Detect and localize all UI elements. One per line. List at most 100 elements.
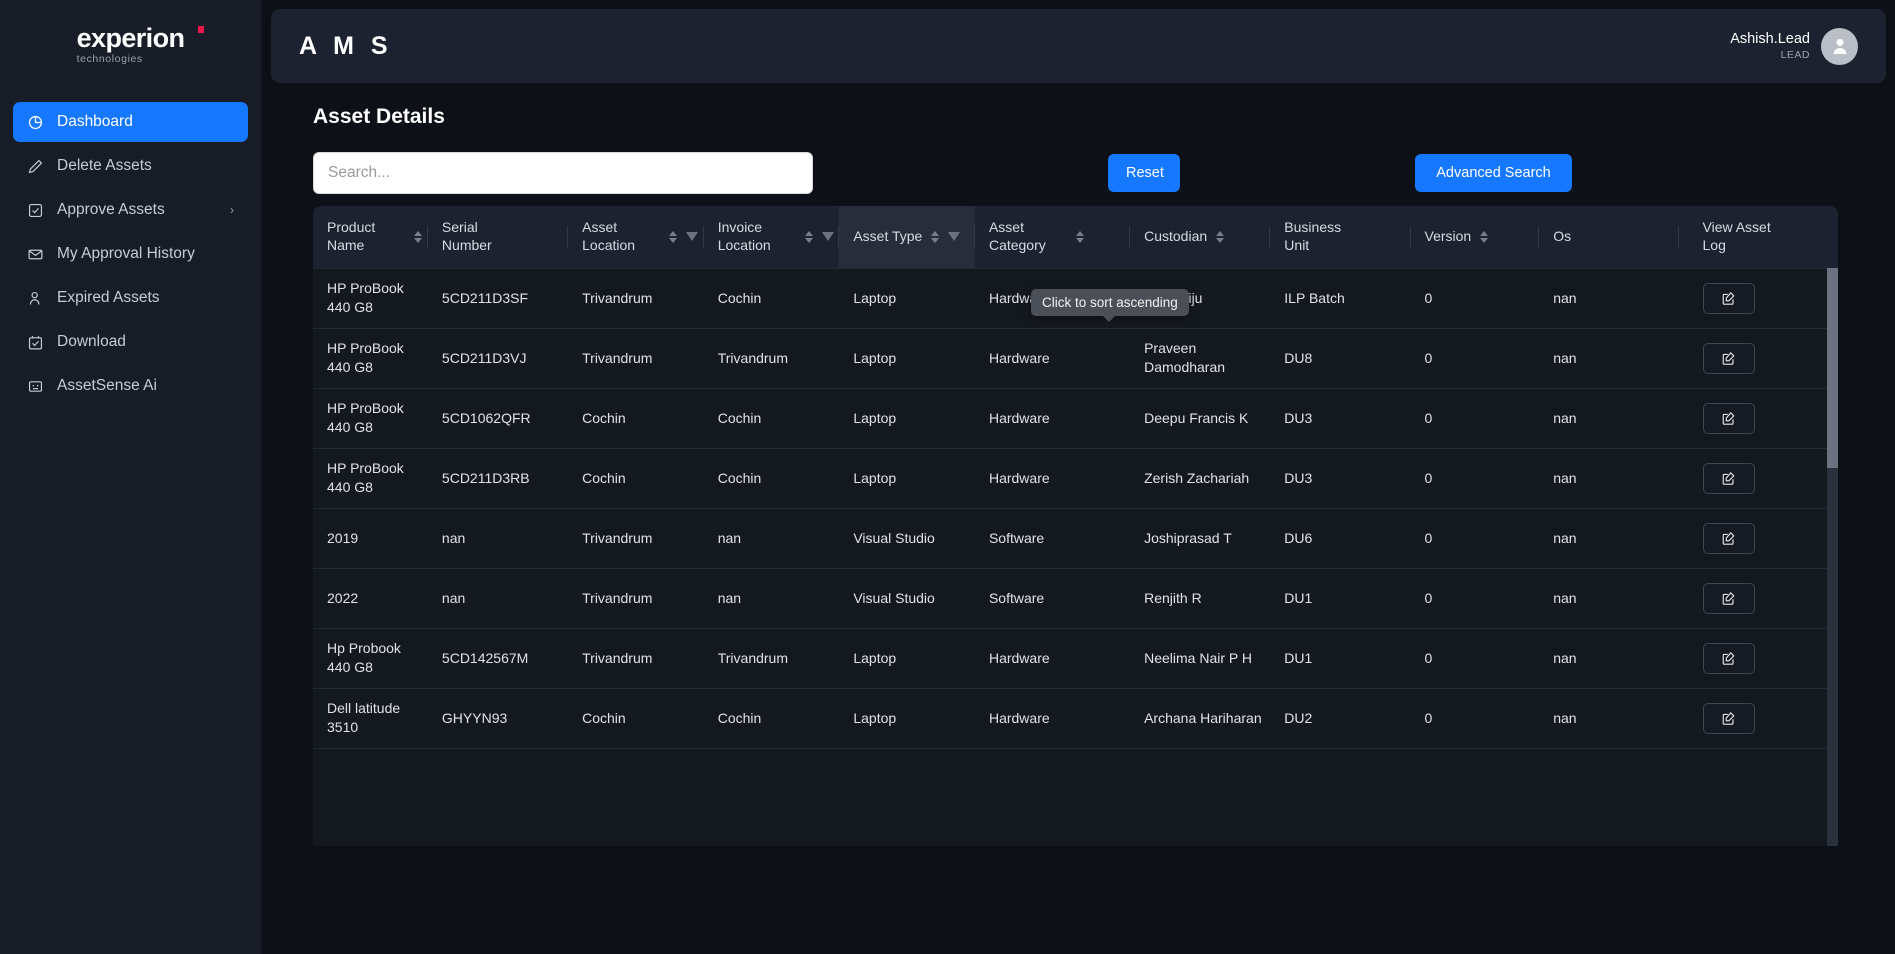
advanced-search-button[interactable]: Advanced Search — [1415, 154, 1572, 192]
table-head: Product Name Serial Number Asset Location I… — [313, 206, 1838, 269]
cell-custodian: Deepu Francis K — [1130, 388, 1271, 449]
sidebar-item-label: AssetSense Ai — [57, 377, 157, 394]
cell-custodian: Praveen Damodharan — [1130, 328, 1271, 389]
view-asset-log-button[interactable] — [1702, 282, 1755, 314]
edit-square-icon — [1722, 351, 1735, 365]
sidebar-item-download[interactable]: Download — [13, 322, 248, 362]
table-header-custodian[interactable]: Custodian — [1130, 206, 1271, 269]
cell-business_unit: DU1 — [1270, 568, 1411, 629]
cell-os: nan — [1539, 688, 1680, 749]
cell-product_name: HP ProBook 440 G8 — [313, 388, 428, 449]
cell-custodian: Renjith R — [1130, 568, 1271, 629]
cell-view-asset-log — [1688, 268, 1838, 329]
cell-version: 0 — [1410, 448, 1540, 509]
sort-icon[interactable] — [931, 230, 940, 243]
table-header-label: Asset Location — [582, 219, 636, 253]
cell-asset_type: Laptop — [839, 388, 975, 449]
cell-business_unit: DU6 — [1270, 508, 1411, 569]
cell-os: nan — [1539, 628, 1680, 689]
avatar[interactable] — [1821, 27, 1858, 65]
view-asset-log-button[interactable] — [1702, 522, 1755, 554]
table-vertical-scrollbar[interactable] — [1827, 268, 1838, 846]
cell-business_unit: DU8 — [1270, 328, 1411, 389]
sidebar-item-my-approval-history[interactable]: My Approval History — [13, 234, 248, 274]
filter-icon[interactable] — [686, 232, 699, 242]
table-header-view-asset-log: View Asset Log — [1688, 206, 1838, 269]
cell-asset_category: Hardware — [974, 328, 1131, 389]
sidebar-nav: Dashboard Delete Assets Approve Assets › — [0, 102, 261, 406]
toolbar: Reset Advanced Search Export — [313, 152, 1862, 194]
cell-view-asset-log — [1688, 448, 1838, 509]
table-row: HP ProBook 440 G8 5CD211D3VJ Trivandrum Tri… — [313, 328, 1838, 389]
sort-icon[interactable] — [669, 230, 678, 243]
view-asset-log-button[interactable] — [1702, 582, 1755, 614]
sidebar-item-delete-assets[interactable]: Delete Assets — [13, 146, 248, 186]
cell-view-asset-log — [1688, 388, 1838, 449]
sort-icon[interactable] — [804, 230, 813, 243]
brand-logo: experion technologies — [0, 0, 261, 90]
pencil-icon — [27, 158, 44, 175]
cell-serial_number: 5CD211D3RB — [427, 448, 569, 509]
view-asset-log-button[interactable] — [1702, 642, 1755, 674]
view-asset-log-button[interactable] — [1702, 462, 1755, 494]
sidebar-item-label: Download — [57, 333, 126, 350]
cell-view-asset-log — [1688, 628, 1838, 689]
sidebar-item-label: Expired Assets — [57, 289, 160, 306]
reset-button[interactable]: Reset — [1108, 154, 1180, 192]
table-header-label: Asset Category — [988, 219, 1046, 253]
cell-invoice_location: Trivandrum — [703, 328, 840, 389]
cell-version: 0 — [1410, 628, 1540, 689]
filter-icon[interactable] — [821, 232, 834, 242]
table-header-invoice-location[interactable]: Invoice Location — [703, 206, 840, 269]
sort-icon[interactable] — [1216, 230, 1225, 243]
cell-asset_location: Trivandrum — [568, 268, 704, 329]
cell-version: 0 — [1410, 388, 1540, 449]
edit-square-icon — [1722, 291, 1735, 305]
cell-business_unit: DU3 — [1270, 448, 1411, 509]
cell-serial_number: 5CD211D3SF — [427, 268, 569, 329]
user-profile[interactable]: Ashish.Lead LEAD — [1730, 27, 1858, 65]
cell-asset_category: Hardware — [974, 448, 1131, 509]
user-icon — [27, 290, 44, 307]
user-name: Ashish.Lead — [1730, 31, 1810, 48]
cell-serial_number: 5CD1062QFR — [427, 388, 569, 449]
table-header-asset-type[interactable]: Asset Type — [839, 206, 975, 269]
view-asset-log-button[interactable] — [1702, 342, 1755, 374]
brand-tagline: technologies — [76, 53, 143, 65]
cell-asset_category: Software — [974, 508, 1131, 569]
cell-custodian: Joshiprasad T — [1130, 508, 1271, 569]
sidebar-item-expired-assets[interactable]: Expired Assets — [13, 278, 248, 318]
cell-serial_number: nan — [427, 568, 569, 629]
table-header-version[interactable]: Version — [1410, 206, 1540, 269]
table-header-label: Business Unit — [1284, 219, 1342, 253]
robot-face-icon — [27, 378, 44, 395]
cell-serial_number: 5CD211D3VJ — [427, 328, 569, 389]
sort-icon[interactable] — [1075, 230, 1084, 243]
view-asset-log-button[interactable] — [1702, 702, 1755, 734]
table-vertical-scroll-thumb[interactable] — [1827, 268, 1838, 468]
table-row: Hp Probook 440 G8 5CD142567M Trivandrum Tri… — [313, 628, 1838, 689]
table-header-asset-location[interactable]: Asset Location — [568, 206, 704, 269]
page-title: Asset Details — [313, 105, 445, 128]
table-header-row: Product Name Serial Number Asset Location I… — [313, 206, 1838, 269]
calendar-check-icon — [27, 334, 44, 351]
table-header-business-unit: Business Unit — [1270, 206, 1411, 269]
cell-os: nan — [1539, 388, 1680, 449]
view-asset-log-button[interactable] — [1702, 402, 1755, 434]
table-header-product-name[interactable]: Product Name — [313, 206, 428, 269]
cell-version: 0 — [1410, 508, 1540, 569]
sidebar-item-assetsense-ai[interactable]: AssetSense Ai — [13, 366, 248, 406]
cell-asset_location: Trivandrum — [568, 568, 704, 629]
search-input[interactable] — [313, 152, 813, 194]
sort-icon[interactable] — [414, 230, 422, 243]
sort-icon[interactable] — [1480, 230, 1489, 243]
cell-asset_type: Laptop — [839, 328, 975, 389]
cell-invoice_location: Trivandrum — [703, 628, 840, 689]
cell-asset_location: Cochin — [568, 688, 704, 749]
sidebar-item-dashboard[interactable]: Dashboard — [13, 102, 248, 142]
table-row: 2022 nan Trivandrum nan Visual Studio Softwar… — [313, 568, 1838, 629]
table-header-asset-category[interactable]: Asset Category — [974, 206, 1131, 269]
sidebar-item-approve-assets[interactable]: Approve Assets › — [13, 190, 248, 230]
cell-version: 0 — [1410, 568, 1540, 629]
filter-icon[interactable] — [948, 232, 961, 242]
